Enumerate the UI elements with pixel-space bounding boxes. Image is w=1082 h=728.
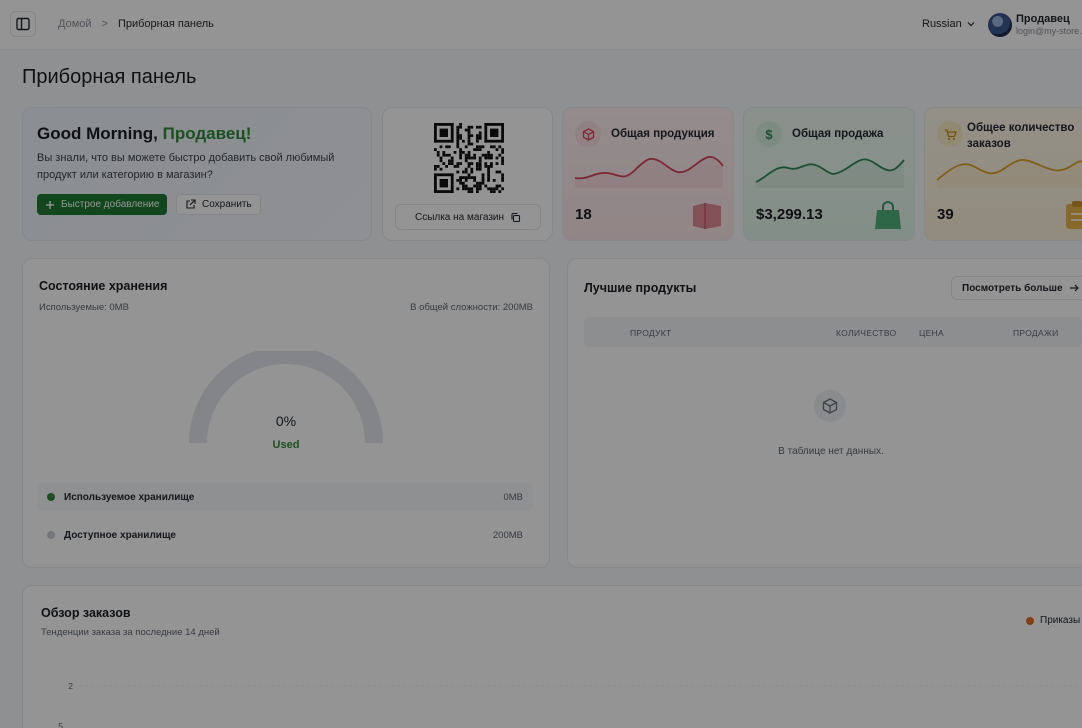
- breadcrumb: Домой > Приборная панель: [58, 18, 214, 30]
- avatar[interactable]: [988, 13, 1012, 37]
- breadcrumb-home-link[interactable]: Домой: [58, 18, 92, 30]
- arrow-right-icon: [1069, 284, 1079, 292]
- page-title: Приборная панель: [22, 66, 197, 88]
- column-header-product: ПРОДУКТ: [630, 328, 672, 338]
- stat-card-orders: Общее количество заказов 39: [924, 107, 1082, 241]
- storage-legend-free-dot: [47, 531, 55, 539]
- welcome-card: Good Morning, Продавец! Вы знали, что вы…: [22, 107, 372, 241]
- cube-icon: [575, 121, 601, 147]
- storage-legend-used-dot: [47, 493, 55, 501]
- quick-add-label: Быстрое добавление: [61, 199, 160, 210]
- chevron-right-icon: >: [101, 18, 108, 30]
- storage-gauge: [189, 351, 383, 444]
- y-tick-label: 2: [68, 681, 73, 691]
- welcome-greeting: Good Morning,: [37, 124, 158, 143]
- stat-card-sales: $ Общая продажа $3,299.13: [743, 107, 915, 241]
- column-header-price: ЦЕНА: [919, 328, 944, 338]
- book-icon: [693, 203, 721, 229]
- y-tick-label: 5: [58, 721, 63, 728]
- qr-card: Ссылка на магазин: [382, 107, 553, 241]
- chevron-down-icon: [967, 22, 975, 27]
- storage-title: Состояние хранения: [39, 279, 168, 293]
- storage-legend-free: Доступное хранилище 200MB: [37, 521, 533, 549]
- stat-sales-value: $3,299.13: [756, 206, 823, 223]
- sidebar-toggle-button[interactable]: [10, 11, 36, 37]
- storage-legend-used-value: 0MB: [503, 491, 523, 503]
- top-products-table-header: ПРОДУКТ КОЛИЧЕСТВО ЦЕНА ПРОДАЖИ: [584, 317, 1082, 347]
- top-products-title: Лучшие продукты: [584, 281, 697, 295]
- cart-icon: [937, 121, 963, 147]
- storage-percent: 0%: [275, 413, 297, 429]
- language-select[interactable]: Russian: [922, 18, 976, 30]
- welcome-name: Продавец!: [162, 124, 252, 143]
- shopping-bag-icon: [875, 201, 901, 229]
- save-button[interactable]: Сохранить: [176, 194, 261, 215]
- clipboard-icon: [1066, 201, 1082, 229]
- stat-products-value: 18: [575, 206, 592, 223]
- storage-used-word: Used: [272, 439, 300, 451]
- see-more-label: Посмотреть больше: [962, 282, 1063, 294]
- sales-sparkline: [755, 158, 905, 188]
- breadcrumb-current: Приборная панель: [117, 18, 214, 30]
- storage-total-label: В общей сложности: 200MB: [410, 302, 533, 313]
- store-link-label: Ссылка на магазин: [414, 211, 505, 223]
- box-icon: [814, 390, 846, 422]
- storage-used-label: Используемые: 0MB: [39, 302, 129, 313]
- products-sparkline: [574, 156, 724, 188]
- external-link-icon: [186, 199, 196, 209]
- orders-overview-card: Обзор заказов Тенденции заказа за послед…: [22, 585, 1082, 728]
- column-header-quantity: КОЛИЧЕСТВО: [836, 328, 897, 338]
- stat-sales-label: Общая продажа: [792, 128, 884, 140]
- top-products-card: Лучшие продукты Посмотреть больше ПРОДУК…: [567, 258, 1082, 568]
- stat-products-label: Общая продукция: [611, 128, 715, 140]
- column-header-sales: ПРОДАЖИ: [1013, 328, 1059, 338]
- quick-add-button[interactable]: Быстрое добавление: [37, 194, 168, 215]
- dollar-icon: $: [756, 121, 782, 147]
- user-menu[interactable]: Продавец login@my-store.kz: [1016, 13, 1082, 36]
- storage-legend-used: Используемое хранилище 0MB: [37, 483, 533, 511]
- welcome-text: Вы знали, что вы можете быстро добавить …: [37, 152, 335, 181]
- plus-icon: [46, 200, 54, 209]
- store-link-button[interactable]: Ссылка на магазин: [395, 204, 541, 230]
- qr-code-image: [434, 123, 504, 193]
- table-empty-text: В таблице нет данных.: [778, 446, 884, 457]
- stat-orders-value: 39: [937, 206, 954, 223]
- language-select-value: Russian: [922, 18, 962, 30]
- top-bar: Домой > Приборная панель Russian Продаве…: [0, 0, 1082, 50]
- user-name: Продавец: [1016, 13, 1070, 25]
- user-email: login@my-store.kz: [1016, 26, 1082, 36]
- welcome-title: Good Morning, Продавец!: [37, 124, 251, 144]
- orders-sparkline: [936, 159, 1082, 188]
- storage-legend-free-value: 200MB: [492, 529, 523, 541]
- orders-chart: 2 5: [58, 681, 1082, 728]
- copy-icon: [511, 212, 521, 222]
- save-label: Сохранить: [202, 199, 252, 210]
- storage-legend-used-label: Используемое хранилище: [64, 491, 195, 503]
- sidebar-icon: [16, 17, 30, 31]
- storage-card: Состояние хранения Используемые: 0MB В о…: [22, 258, 550, 568]
- stat-card-products: Общая продукция 18: [562, 107, 734, 241]
- storage-legend-free-label: Доступное хранилище: [64, 529, 176, 541]
- see-more-button[interactable]: Посмотреть больше: [951, 276, 1082, 300]
